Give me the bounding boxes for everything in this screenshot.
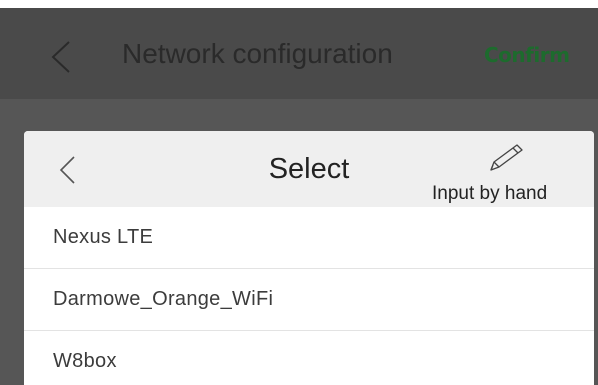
network-name: Nexus LTE <box>53 226 154 248</box>
confirm-button[interactable]: Confirm <box>484 43 570 67</box>
page-title: Network configuration <box>122 38 393 69</box>
dialog-header: Select Input by hand <box>24 131 594 207</box>
back-chevron-icon[interactable] <box>50 40 72 74</box>
network-list-item[interactable]: W8box <box>24 331 594 385</box>
input-by-hand-button[interactable]: Input by hand <box>432 183 547 205</box>
network-list: Nexus LTE Darmowe_Orange_WiFi W8box <box>24 207 594 385</box>
network-name: W8box <box>53 350 117 372</box>
network-name: Darmowe_Orange_WiFi <box>53 288 274 310</box>
network-list-item[interactable]: Nexus LTE <box>24 207 594 269</box>
network-list-item[interactable]: Darmowe_Orange_WiFi <box>24 269 594 331</box>
pencil-icon[interactable] <box>488 141 526 173</box>
select-network-dialog: Select Input by hand Nexus LTE Darmowe_O… <box>24 131 594 385</box>
app-header: Network configuration Confirm <box>0 8 598 99</box>
